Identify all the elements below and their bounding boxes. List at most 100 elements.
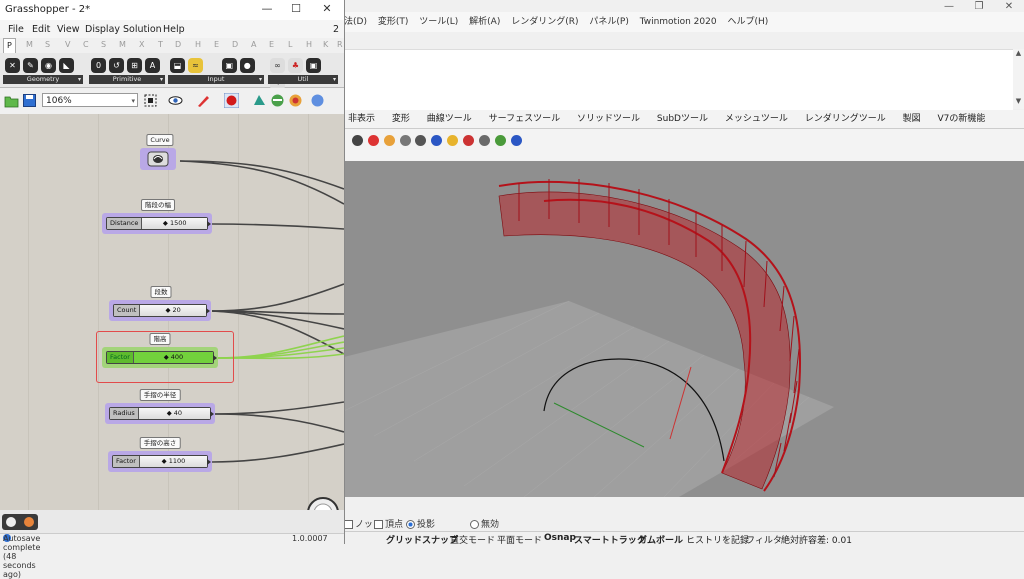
- tab-k[interactable]: K: [323, 40, 328, 49]
- output-grip[interactable]: [207, 459, 211, 465]
- tab-display[interactable]: D: [175, 40, 181, 49]
- output-grip[interactable]: [207, 221, 211, 227]
- shade-icon[interactable]: [367, 135, 379, 146]
- preview-selected-icon[interactable]: [288, 93, 303, 108]
- canvas-navigation-widget[interactable]: [306, 496, 340, 510]
- output-grip[interactable]: [206, 308, 210, 314]
- osnap-vertex[interactable]: 頂点: [374, 517, 403, 530]
- rhino-menu-twinmotion[interactable]: Twinmotion 2020: [640, 12, 717, 32]
- checkbox-icon[interactable]: [374, 520, 383, 529]
- radio-icon[interactable]: [470, 520, 479, 529]
- cluster-icon[interactable]: ▣: [306, 58, 321, 73]
- ribbon-group-label[interactable]: Util: [268, 75, 338, 84]
- perspective-viewport[interactable]: [344, 161, 1024, 497]
- tab-drafting[interactable]: 製図: [903, 110, 921, 128]
- ribbon-group-label[interactable]: Geometry: [3, 75, 83, 84]
- rhino-menu-panels[interactable]: パネル(P): [589, 12, 628, 32]
- rhino-menu-render[interactable]: レンダリング(R): [511, 12, 578, 32]
- ortho-toggle[interactable]: 直交モード: [450, 533, 495, 546]
- render-icon[interactable]: [383, 135, 395, 146]
- light-icon[interactable]: [447, 135, 459, 146]
- planar-toggle[interactable]: 平面モード: [497, 533, 542, 546]
- rail-height-slider[interactable]: 手摺の高さ Factor ◆ 1100: [108, 437, 212, 477]
- matrix-icon[interactable]: ⊞: [127, 58, 142, 73]
- tab-maths[interactable]: M: [26, 40, 33, 49]
- slider-value[interactable]: ◆ 1100: [139, 456, 207, 467]
- surface-icon[interactable]: ◣: [59, 58, 74, 73]
- gumball-toggle[interactable]: ガムボール: [638, 533, 683, 546]
- menu-view[interactable]: View: [57, 24, 80, 35]
- sketch-pen-icon[interactable]: [196, 93, 211, 108]
- tab-r[interactable]: R: [337, 40, 343, 49]
- curve-param[interactable]: Curve: [140, 134, 180, 174]
- gh-titlebar[interactable]: Grasshopper - 2* — ☐ ✕: [0, 0, 344, 20]
- toggle-icon[interactable]: ▣: [221, 58, 237, 73]
- rhino-menu-dimension[interactable]: 法(D): [344, 12, 367, 32]
- menu-display[interactable]: Display: [85, 24, 120, 35]
- tab-a[interactable]: A: [251, 40, 256, 49]
- osnap-project[interactable]: 投影: [406, 517, 435, 530]
- zoom-extents-icon[interactable]: [143, 93, 158, 108]
- rhino-menu-analyze[interactable]: 解析(A): [469, 12, 500, 32]
- width-slider[interactable]: 階段の幅 Distance ◆ 1500: [102, 199, 214, 239]
- filter-toggle[interactable]: フィルタ: [746, 533, 782, 546]
- environment-icon[interactable]: [431, 135, 443, 146]
- menu-solution[interactable]: Solution: [123, 24, 162, 35]
- layer-icon[interactable]: [494, 135, 506, 146]
- command-history-area[interactable]: [344, 49, 1013, 111]
- clip-icon[interactable]: [478, 135, 490, 146]
- point-icon[interactable]: ✕: [5, 58, 20, 73]
- cycle-icon[interactable]: ↺: [109, 58, 124, 73]
- tab-solid-tools[interactable]: ソリッドツール: [577, 110, 640, 128]
- slider-icon[interactable]: ≈: [188, 58, 203, 73]
- menu-file[interactable]: File: [8, 24, 24, 35]
- tab-transform[interactable]: 変形: [392, 110, 410, 128]
- preview-wire-icon[interactable]: [252, 93, 267, 108]
- tab-intersect[interactable]: X: [139, 40, 144, 49]
- eye-icon[interactable]: [168, 93, 183, 108]
- smart-track-toggle[interactable]: スマートトラック: [574, 533, 646, 546]
- slider-value[interactable]: ◆ 40: [138, 408, 210, 419]
- circle-icon[interactable]: ◉: [41, 58, 56, 73]
- maximize-icon[interactable]: ☐: [282, 2, 310, 15]
- save-icon[interactable]: [22, 93, 37, 108]
- tab-h[interactable]: H: [306, 40, 312, 49]
- tab-e[interactable]: E: [269, 40, 274, 49]
- checkbox-icon[interactable]: [344, 520, 353, 529]
- tab-render-tools[interactable]: レンダリングツール: [805, 110, 886, 128]
- panel-icon[interactable]: ⬓: [170, 58, 185, 73]
- section-icon[interactable]: [463, 135, 474, 146]
- sphere-icon[interactable]: [399, 135, 411, 146]
- tab-sets[interactable]: S: [45, 40, 50, 49]
- preview-mesh-icon[interactable]: [270, 93, 285, 108]
- osnap-toggle[interactable]: Osnap: [544, 533, 576, 543]
- tab-d[interactable]: D: [232, 40, 238, 49]
- scroll-up-icon[interactable]: ▲: [1013, 49, 1024, 57]
- count-slider[interactable]: 段数 Count ◆ 20: [109, 286, 213, 326]
- tab-curve-tools[interactable]: 曲線ツール: [427, 110, 472, 128]
- close-icon[interactable]: ✕: [313, 2, 341, 15]
- menu-edit[interactable]: Edit: [32, 24, 50, 35]
- menu-help[interactable]: Help: [163, 24, 185, 35]
- grid-snap-toggle[interactable]: グリッドスナップ: [386, 533, 458, 546]
- tab-v7-new[interactable]: V7の新機能: [938, 110, 986, 128]
- display-sphere-icon[interactable]: [310, 93, 325, 108]
- cherry-icon[interactable]: ♣: [288, 58, 303, 73]
- gh-canvas[interactable]: Curve 階段の幅 Distance ◆ 1500 段数 Count ◆ 20…: [0, 114, 344, 510]
- scroll-down-icon[interactable]: ▼: [1013, 97, 1024, 105]
- rhino-menu-tools[interactable]: ツール(L): [419, 12, 458, 32]
- tab-hide[interactable]: 非表示: [348, 110, 375, 128]
- preview-shaded-icon[interactable]: [224, 93, 239, 108]
- rhino-menu-help[interactable]: ヘルプ(H): [727, 12, 768, 32]
- tab-mesh[interactable]: M: [119, 40, 126, 49]
- display-mode-icon[interactable]: [351, 135, 363, 146]
- tab-mesh-tools[interactable]: メッシュツール: [725, 110, 788, 128]
- integer-icon[interactable]: 0: [91, 58, 106, 73]
- slider-value[interactable]: ◆ 1500: [142, 218, 207, 229]
- help-icon[interactable]: [510, 135, 522, 146]
- history-toggle[interactable]: ヒストリを記録: [686, 533, 749, 546]
- osnap-disable[interactable]: 無効: [470, 517, 499, 530]
- tab-params[interactable]: P: [3, 38, 16, 53]
- tab-human[interactable]: H: [195, 40, 201, 49]
- open-folder-icon[interactable]: [4, 93, 19, 108]
